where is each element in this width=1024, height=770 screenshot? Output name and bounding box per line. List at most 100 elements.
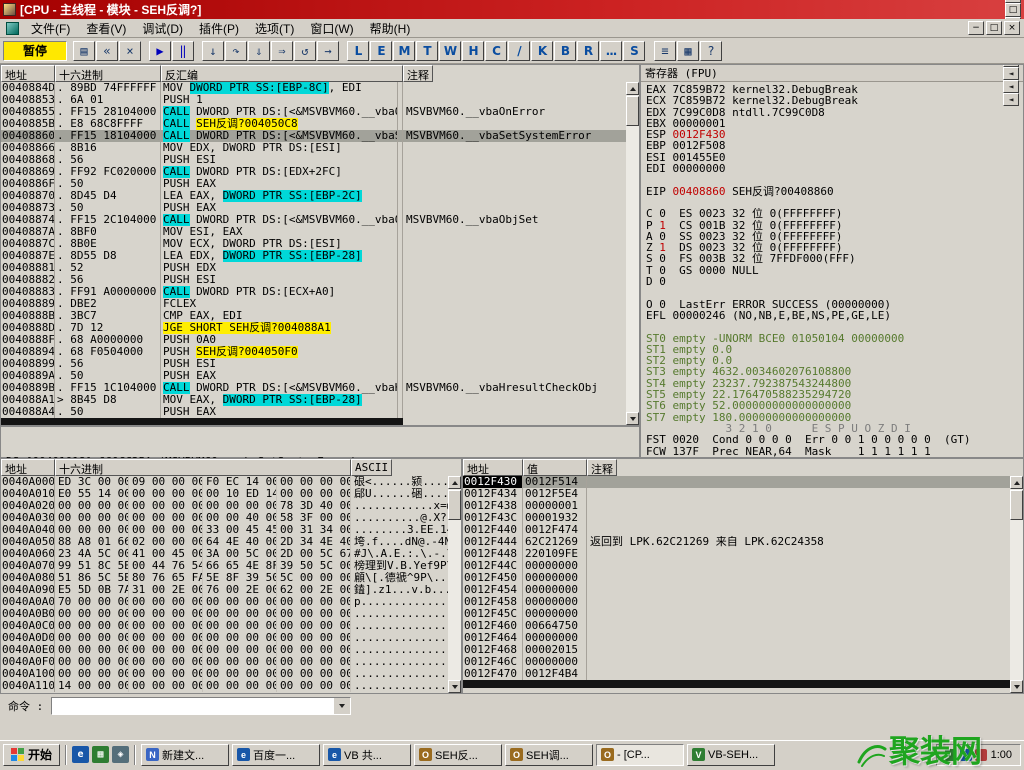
maximize-button[interactable]: □ <box>1005 3 1021 17</box>
disasm-row[interactable]: 00408889. DBE2FCLEX <box>1 298 626 310</box>
register-line[interactable]: C 0 ES 0023 32 位 0(FFFFFFFF) <box>646 208 1023 219</box>
animate-into-button[interactable]: ⇓ <box>248 41 270 61</box>
register-line[interactable]: FCW 137F Prec NEAR,64 Mask 1 1 1 1 1 1 <box>646 446 1023 457</box>
close-file-button[interactable]: × <box>119 41 141 61</box>
register-line[interactable]: FST 0020 Cond 0 0 0 0 Err 0 0 1 0 0 0 0 … <box>646 434 1023 445</box>
register-line[interactable]: ESI 001455E0 <box>646 152 1023 163</box>
register-line[interactable]: ST2 empty 0.0 <box>646 355 1023 366</box>
register-line[interactable]: O 0 LastErr ERROR_SUCCESS (00000000) <box>646 299 1023 310</box>
disasm-row[interactable]: 00408866. 8B16MOV EDX, DWORD PTR DS:[ESI… <box>1 142 626 154</box>
stack-row[interactable]: 0012F45000000000 <box>463 572 1010 584</box>
tray-icon[interactable] <box>975 749 987 761</box>
menu-item[interactable]: 帮助(H) <box>362 20 419 37</box>
disasm-row[interactable]: 0040887A. 8BF0MOV ESI, EAX <box>1 226 626 238</box>
pane-collapse-icon[interactable]: ◄ <box>1003 93 1019 106</box>
menu-item[interactable]: 选项(T) <box>247 20 302 37</box>
stack-row[interactable]: 0012F4340012F5E4 <box>463 488 1010 500</box>
panel-button-H[interactable]: H <box>462 41 484 61</box>
scroll-up-icon[interactable] <box>1010 476 1023 489</box>
dump-row[interactable]: 0040A0B000 00 00 0000 00 00 0000 00 00 0… <box>1 608 448 620</box>
disasm-row[interactable]: 00408883. FF91 A0000000CALL DWORD PTR DS… <box>1 286 626 298</box>
panel-button-xxx[interactable]: ... <box>600 41 622 61</box>
disasm-row[interactable]: 00408868. 56PUSH ESI <box>1 154 626 166</box>
disasm-row[interactable]: 00408874. FF15 2C104000CALL DWORD PTR DS… <box>1 214 626 226</box>
stack-row[interactable]: 0012F4300012F514 <box>463 476 1010 488</box>
register-line[interactable]: P 1 CS 001B 32 位 0(FFFFFFFF) <box>646 220 1023 231</box>
quicklaunch-icon[interactable]: e <box>72 746 89 763</box>
quicklaunch-icon[interactable]: ◈ <box>112 746 129 763</box>
disassembly-scrollbar[interactable] <box>626 82 639 425</box>
open-file-button[interactable]: ▤ <box>73 41 95 61</box>
task-button[interactable]: OSEH调... <box>505 744 593 766</box>
register-line[interactable]: T 0 GS 0000 NULL <box>646 265 1023 276</box>
dump-row[interactable]: 0040A02000 00 00 0000 00 00 0000 00 00 0… <box>1 500 448 512</box>
register-line[interactable]: EDX 7C99C0D8 ntdll.7C99C0D8 <box>646 107 1023 118</box>
stack-row[interactable]: 0012F46400000000 <box>463 632 1010 644</box>
stack-row[interactable]: 0012F4700012F4B4 <box>463 668 1010 680</box>
stack-row[interactable]: 0012F45C00000000 <box>463 608 1010 620</box>
register-line[interactable]: EDI 00000000 <box>646 163 1023 174</box>
panel-button-T[interactable]: T <box>416 41 438 61</box>
pause-button[interactable]: ‖ <box>172 41 194 61</box>
mdi-minimize-button[interactable]: − <box>968 21 984 35</box>
disasm-row[interactable]: 00408860. FF15 18104000CALL DWORD PTR DS… <box>1 130 626 142</box>
task-button[interactable]: O- [CP... <box>596 744 684 766</box>
dump-row[interactable]: 0040A04000 00 00 0000 00 00 0033 00 45 4… <box>1 524 448 536</box>
dump-row[interactable]: 0040A11014 00 00 0000 00 00 0000 00 00 0… <box>1 680 448 692</box>
stack-row[interactable]: 0012F45400000000 <box>463 584 1010 596</box>
register-line[interactable]: EFL 00000246 (NO,NB,E,BE,NS,PE,GE,LE) <box>646 310 1023 321</box>
stack-row[interactable]: 0012F448220109FE <box>463 548 1010 560</box>
stack-row[interactable]: 0012F44462C21269返回到 LPK.62C21269 来自 LPK.… <box>463 536 1010 548</box>
panel-button-R[interactable]: R <box>577 41 599 61</box>
disasm-row[interactable]: 00408881. 52PUSH EDX <box>1 262 626 274</box>
disasm-row[interactable]: 0040889A. 50PUSH EAX <box>1 370 626 382</box>
stack-scrollbar[interactable] <box>1010 476 1023 693</box>
task-button[interactable]: eVB 共... <box>323 744 411 766</box>
dump-row[interactable]: 0040A0C000 00 00 0000 00 00 0000 00 00 0… <box>1 620 448 632</box>
mdi-restore-button[interactable]: □ <box>986 21 1002 35</box>
task-button[interactable]: VVB-SEH... <box>687 744 775 766</box>
tray-icon[interactable] <box>960 749 972 761</box>
disasm-row[interactable]: 00408882. 56PUSH ESI <box>1 274 626 286</box>
disasm-row[interactable]: 0040884D. 89BD 74FFFFFFMOV DWORD PTR SS:… <box>1 82 626 94</box>
dump-row[interactable]: 0040A10000 00 00 0000 00 00 0000 00 00 0… <box>1 668 448 680</box>
disasm-row[interactable]: 00408853. 6A 01PUSH 1 <box>1 94 626 106</box>
register-line[interactable]: EAX 7C859B72 kernel32.DebugBreak <box>646 84 1023 95</box>
dump-row[interactable]: 0040A03000 00 00 0000 00 00 0000 00 40 0… <box>1 512 448 524</box>
scroll-thumb[interactable] <box>448 490 461 520</box>
panel-button-L[interactable]: L <box>347 41 369 61</box>
scroll-down-icon[interactable] <box>626 412 639 425</box>
dump-row[interactable]: 0040A000ED 3C 00 0009 00 00 00F0 EC 14 0… <box>1 476 448 488</box>
register-line[interactable]: ST6 empty 52.000000000000000000 <box>646 400 1023 411</box>
pane-collapse-icon[interactable]: ◄ <box>1003 80 1019 93</box>
dump-row[interactable]: 0040A0E000 00 00 0000 00 00 0000 00 00 0… <box>1 644 448 656</box>
register-line[interactable]: EBP 0012F508 <box>646 140 1023 151</box>
register-line[interactable]: A 0 SS 0023 32 位 0(FFFFFFFF) <box>646 231 1023 242</box>
panel-button-M[interactable]: M <box>393 41 415 61</box>
disasm-row[interactable]: 00408869. FF92 FC020000CALL DWORD PTR DS… <box>1 166 626 178</box>
mdi-close-button[interactable]: × <box>1004 21 1020 35</box>
task-button[interactable]: N新建文... <box>141 744 229 766</box>
start-button[interactable]: 开始 <box>3 744 60 766</box>
exec-till-return-button[interactable]: ↺ <box>294 41 316 61</box>
disasm-row[interactable]: 0040887C. 8B0EMOV ECX, DWORD PTR DS:[ESI… <box>1 238 626 250</box>
register-line[interactable] <box>646 321 1023 332</box>
scroll-thumb[interactable] <box>626 96 639 126</box>
scroll-up-icon[interactable] <box>626 82 639 95</box>
register-line[interactable]: 3 2 1 0 E S P U O Z D I <box>646 423 1023 434</box>
dump-row[interactable]: 0040A06023 4A 5C 0041 00 45 003A 00 5C 0… <box>1 548 448 560</box>
register-line[interactable]: ECX 7C859B72 kernel32.DebugBreak <box>646 95 1023 106</box>
disasm-row[interactable]: 00408855. FF15 28104000CALL DWORD PTR DS… <box>1 106 626 118</box>
appearance-button[interactable]: ▦ <box>677 41 699 61</box>
panel-button-K[interactable]: K <box>531 41 553 61</box>
stack-row[interactable]: 0012F46C00000000 <box>463 656 1010 668</box>
register-line[interactable]: ST0 empty -UNORM BCE0 01050104 00000000 <box>646 333 1023 344</box>
disasm-row[interactable]: 00408873. 50PUSH EAX <box>1 202 626 214</box>
disasm-row[interactable]: 00408899. 56PUSH ESI <box>1 358 626 370</box>
register-line[interactable]: ST5 empty 22.176470588235294720 <box>646 389 1023 400</box>
goto-button[interactable]: → <box>317 41 339 61</box>
register-line[interactable] <box>646 174 1023 185</box>
scroll-down-icon[interactable] <box>448 680 461 693</box>
menu-item[interactable]: 调试(D) <box>134 20 191 37</box>
register-line[interactable]: EBX 00000001 <box>646 118 1023 129</box>
